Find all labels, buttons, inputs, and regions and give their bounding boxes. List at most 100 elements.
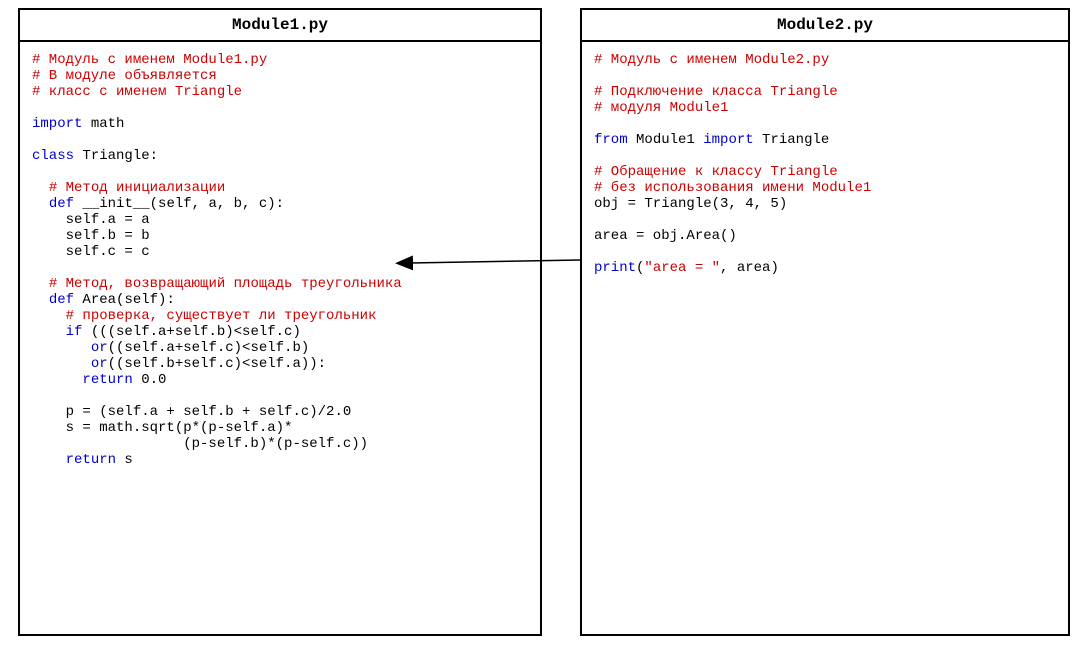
- code-line: or((self.a+self.c)<self.b): [32, 340, 528, 356]
- code-token: self.c = c: [32, 244, 150, 260]
- code-token: s = math.sqrt(p*(p-self.a)*: [32, 420, 292, 436]
- code-line: [594, 68, 1056, 84]
- code-token: # класс с именем Triangle: [32, 84, 242, 100]
- code-line: [32, 164, 528, 180]
- code-token: from: [594, 132, 628, 148]
- code-token: # Модуль с именем Module1.py: [32, 52, 267, 68]
- code-token: import: [32, 116, 82, 132]
- code-line: return s: [32, 452, 528, 468]
- code-line: p = (self.a + self.b + self.c)/2.0: [32, 404, 528, 420]
- code-token: math: [82, 116, 124, 132]
- code-line: class Triangle:: [32, 148, 528, 164]
- code-line: # В модуле объявляется: [32, 68, 528, 84]
- code-token: print: [594, 260, 636, 276]
- code-line: # Метод, возвращающий площадь треугольни…: [32, 276, 528, 292]
- code-token: # без использования имени Module1: [594, 180, 871, 196]
- code-line: obj = Triangle(3, 4, 5): [594, 196, 1056, 212]
- code-token: class: [32, 148, 74, 164]
- code-token: , area): [720, 260, 779, 276]
- code-line: import math: [32, 116, 528, 132]
- code-line: [32, 132, 528, 148]
- code-line: # Метод инициализации: [32, 180, 528, 196]
- code-token: # В модуле объявляется: [32, 68, 217, 84]
- code-line: [594, 148, 1056, 164]
- code-token: def: [49, 292, 74, 308]
- code-line: [594, 116, 1056, 132]
- code-token: return: [82, 372, 132, 388]
- code-token: # модуля Module1: [594, 100, 728, 116]
- code-token: 0.0: [133, 372, 167, 388]
- code-token: # проверка, существует ли треугольник: [66, 308, 377, 324]
- code-token: or: [91, 340, 108, 356]
- code-line: self.c = c: [32, 244, 528, 260]
- code-token: [32, 180, 49, 196]
- module1-box: Module1.py # Модуль с именем Module1.py#…: [18, 8, 542, 636]
- code-token: [32, 292, 49, 308]
- module2-box: Module2.py # Модуль с именем Module2.py …: [580, 8, 1070, 636]
- code-line: # модуля Module1: [594, 100, 1056, 116]
- code-token: ((self.a+self.c)<self.b): [108, 340, 310, 356]
- code-token: # Обращение к классу Triangle: [594, 164, 838, 180]
- code-token: (p-self.b)*(p-self.c)): [32, 436, 368, 452]
- code-token: Module1: [628, 132, 704, 148]
- code-line: (p-self.b)*(p-self.c)): [32, 436, 528, 452]
- code-token: obj = Triangle(3, 4, 5): [594, 196, 787, 212]
- code-token: [32, 324, 66, 340]
- code-token: [32, 356, 91, 372]
- code-line: if (((self.a+self.b)<self.c): [32, 324, 528, 340]
- code-token: self.b = b: [32, 228, 150, 244]
- module2-title: Module2.py: [582, 10, 1068, 42]
- module1-code: # Модуль с именем Module1.py# В модуле о…: [20, 42, 540, 478]
- code-line: or((self.b+self.c)<self.a)):: [32, 356, 528, 372]
- code-token: __init__(self, a, b, c):: [74, 196, 284, 212]
- code-token: "area = ": [644, 260, 720, 276]
- code-line: # без использования имени Module1: [594, 180, 1056, 196]
- code-token: [32, 276, 49, 292]
- code-token: # Метод инициализации: [49, 180, 225, 196]
- code-line: area = obj.Area(): [594, 228, 1056, 244]
- code-token: self.a = a: [32, 212, 150, 228]
- code-line: # Модуль с именем Module2.py: [594, 52, 1056, 68]
- code-token: p = (self.a + self.b + self.c)/2.0: [32, 404, 351, 420]
- code-line: [32, 100, 528, 116]
- code-token: return: [66, 452, 116, 468]
- code-line: [594, 212, 1056, 228]
- code-line: self.b = b: [32, 228, 528, 244]
- code-token: (((self.a+self.b)<self.c): [82, 324, 300, 340]
- code-line: # класс с именем Triangle: [32, 84, 528, 100]
- code-line: # проверка, существует ли треугольник: [32, 308, 528, 324]
- code-token: [32, 452, 66, 468]
- code-token: Triangle: [754, 132, 830, 148]
- code-line: [594, 244, 1056, 260]
- code-token: Triangle:: [74, 148, 158, 164]
- code-line: # Обращение к классу Triangle: [594, 164, 1056, 180]
- module1-title: Module1.py: [20, 10, 540, 42]
- code-token: area = obj.Area(): [594, 228, 737, 244]
- code-token: def: [49, 196, 74, 212]
- code-line: def Area(self):: [32, 292, 528, 308]
- code-line: [32, 260, 528, 276]
- code-token: # Модуль с именем Module2.py: [594, 52, 829, 68]
- code-line: s = math.sqrt(p*(p-self.a)*: [32, 420, 528, 436]
- code-token: [32, 340, 91, 356]
- code-line: # Подключение класса Triangle: [594, 84, 1056, 100]
- code-token: [32, 196, 49, 212]
- code-line: self.a = a: [32, 212, 528, 228]
- code-token: ((self.b+self.c)<self.a)):: [108, 356, 326, 372]
- code-token: [32, 308, 66, 324]
- code-line: [32, 388, 528, 404]
- code-token: Area(self):: [74, 292, 175, 308]
- code-token: or: [91, 356, 108, 372]
- code-line: print("area = ", area): [594, 260, 1056, 276]
- code-line: return 0.0: [32, 372, 528, 388]
- code-line: # Модуль с именем Module1.py: [32, 52, 528, 68]
- code-line: def __init__(self, a, b, c):: [32, 196, 528, 212]
- code-token: [32, 372, 82, 388]
- code-line: from Module1 import Triangle: [594, 132, 1056, 148]
- code-token: import: [703, 132, 753, 148]
- code-token: s: [116, 452, 133, 468]
- module2-code: # Модуль с именем Module2.py # Подключен…: [582, 42, 1068, 286]
- code-token: # Метод, возвращающий площадь треугольни…: [49, 276, 402, 292]
- code-token: if: [66, 324, 83, 340]
- code-token: # Подключение класса Triangle: [594, 84, 838, 100]
